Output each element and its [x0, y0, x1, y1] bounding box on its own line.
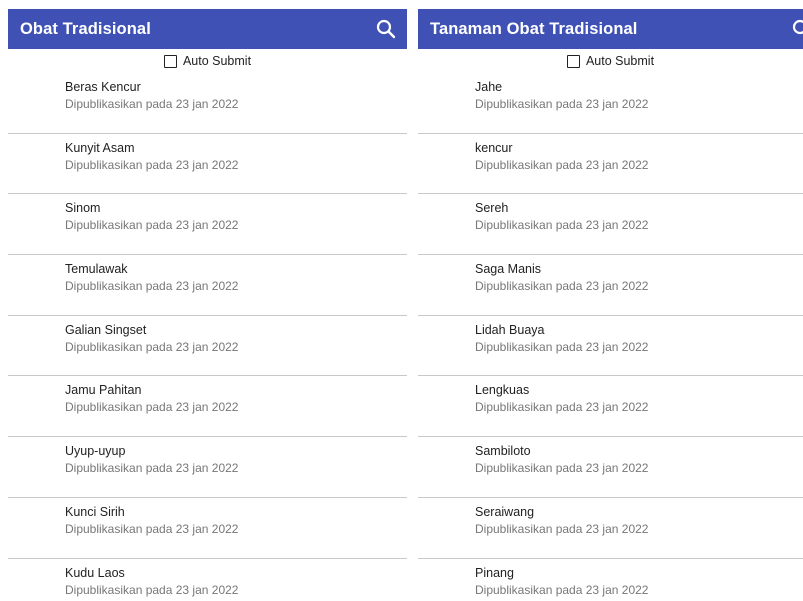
list-item-subtitle: Dipublikasikan pada 23 jan 2022 — [475, 97, 649, 111]
list-item[interactable]: Lidah Buaya Dipublikasikan pada 23 jan 2… — [418, 316, 803, 377]
list-item[interactable]: Jamu Pahitan Dipublikasikan pada 23 jan … — [8, 376, 407, 438]
auto-submit-label: Auto Submit — [585, 54, 655, 68]
list-item-subtitle: Dipublikasikan pada 23 jan 2022 — [65, 582, 239, 597]
list-item-title: Jahe — [475, 80, 503, 94]
list-item-subtitle: Dipublikasikan pada 23 jan 2022 — [475, 279, 649, 294]
screen-tanaman-obat-tradisional: Tanaman Obat Tradisional Auto Submit Jah… — [418, 9, 803, 601]
app-bar: Obat Tradisional — [8, 9, 407, 49]
list-item-subtitle: Dipublikasikan pada 23 jan 2022 — [65, 521, 239, 536]
list-item[interactable]: Sereh Dipublikasikan pada 23 jan 2022 — [418, 194, 803, 256]
list-item[interactable]: Seraiwang Dipublikasikan pada 23 jan 202… — [418, 498, 803, 559]
item-list: Beras Kencur Dipublikasikan pada 23 jan … — [8, 73, 407, 601]
list-item-subtitle: Dipublikasikan pada 23 jan 2022 — [65, 400, 239, 415]
list-item[interactable]: Jahe Dipublikasikan pada 23 jan 2022 — [418, 73, 803, 134]
list-item[interactable]: Kunyit Asam Dipublikasikan pada 23 jan 2… — [8, 134, 407, 195]
list-item-title: Kunyit Asam — [65, 140, 135, 155]
list-item[interactable]: Sambiloto Dipublikasikan pada 23 jan 202… — [418, 437, 803, 498]
list-item-subtitle: Dipublikasikan pada 23 jan 2022 — [65, 218, 239, 233]
list-item[interactable]: Lengkuas Dipublikasikan pada 23 jan 2022 — [418, 376, 803, 438]
app-bar-title: Obat Tradisional — [20, 19, 151, 38]
list-item-title: kencur — [475, 140, 513, 155]
list-item-title: Galian Singset — [65, 322, 147, 337]
list-item-subtitle: Dipublikasikan pada 23 jan 2022 — [475, 521, 649, 536]
list-item-subtitle: Dipublikasikan pada 23 jan 2022 — [475, 339, 649, 354]
list-item-title: Kunci Sirih — [65, 504, 125, 519]
list-item-title: Uyup-uyup — [65, 444, 126, 459]
list-item[interactable]: Saga Manis Dipublikasikan pada 23 jan 20… — [418, 255, 803, 316]
list-item-title: Beras Kencur — [65, 80, 141, 94]
search-icon — [376, 19, 396, 39]
auto-submit-row[interactable]: Auto Submit — [8, 49, 407, 73]
list-item-title: Temulawak — [65, 262, 128, 277]
list-item-title: Sereh — [475, 201, 509, 216]
auto-submit-checkbox[interactable] — [566, 54, 580, 68]
list-item-subtitle: Dipublikasikan pada 23 jan 2022 — [475, 218, 649, 233]
list-item-title: Sinom — [65, 201, 101, 216]
list-item[interactable]: Pinang Dipublikasikan pada 23 jan 2022 — [418, 559, 803, 601]
search-button[interactable] — [789, 16, 803, 42]
app-bar: Tanaman Obat Tradisional — [418, 9, 803, 49]
list-item-subtitle: Dipublikasikan pada 23 jan 2022 — [475, 582, 649, 597]
list-item-title: Sambiloto — [475, 444, 531, 459]
list-item-title: Jamu Pahitan — [65, 383, 142, 398]
list-item[interactable]: Kudu Laos Dipublikasikan pada 23 jan 202… — [8, 559, 407, 601]
auto-submit-label: Auto Submit — [182, 54, 252, 68]
list-item-title: Lengkuas — [475, 383, 530, 398]
list-item-subtitle: Dipublikasikan pada 23 jan 2022 — [475, 157, 649, 172]
screen-obat-tradisional: Obat Tradisional Auto Submit Beras Kencu… — [8, 9, 407, 601]
item-list: Jahe Dipublikasikan pada 23 jan 2022 ken… — [418, 73, 803, 601]
list-item-title: Kudu Laos — [65, 565, 125, 580]
list-item[interactable]: Kunci Sirih Dipublikasikan pada 23 jan 2… — [8, 498, 407, 559]
list-item-title: Saga Manis — [475, 262, 542, 277]
list-item-subtitle: Dipublikasikan pada 23 jan 2022 — [65, 97, 239, 111]
list-item-title: Lidah Buaya — [475, 322, 545, 337]
list-item[interactable]: kencur Dipublikasikan pada 23 jan 2022 — [418, 134, 803, 195]
list-item-subtitle: Dipublikasikan pada 23 jan 2022 — [65, 157, 239, 172]
list-item-title: Seraiwang — [475, 504, 535, 519]
list-item[interactable]: Sinom Dipublikasikan pada 23 jan 2022 — [8, 194, 407, 256]
list-item[interactable]: Uyup-uyup Dipublikasikan pada 23 jan 202… — [8, 437, 407, 498]
list-item[interactable]: Beras Kencur Dipublikasikan pada 23 jan … — [8, 73, 407, 134]
list-item[interactable]: Temulawak Dipublikasikan pada 23 jan 202… — [8, 255, 407, 316]
auto-submit-row[interactable]: Auto Submit — [418, 49, 803, 73]
list-item-subtitle: Dipublikasikan pada 23 jan 2022 — [65, 461, 239, 476]
search-button[interactable] — [373, 16, 399, 42]
list-item-subtitle: Dipublikasikan pada 23 jan 2022 — [475, 400, 649, 415]
app-bar-title: Tanaman Obat Tradisional — [430, 19, 638, 38]
list-item-subtitle: Dipublikasikan pada 23 jan 2022 — [475, 461, 649, 476]
list-item-subtitle: Dipublikasikan pada 23 jan 2022 — [65, 279, 239, 294]
list-item[interactable]: Galian Singset Dipublikasikan pada 23 ja… — [8, 316, 407, 377]
auto-submit-checkbox[interactable] — [163, 54, 177, 68]
list-item-subtitle: Dipublikasikan pada 23 jan 2022 — [65, 339, 239, 354]
list-item-title: Pinang — [475, 565, 514, 580]
search-icon — [792, 19, 803, 35]
